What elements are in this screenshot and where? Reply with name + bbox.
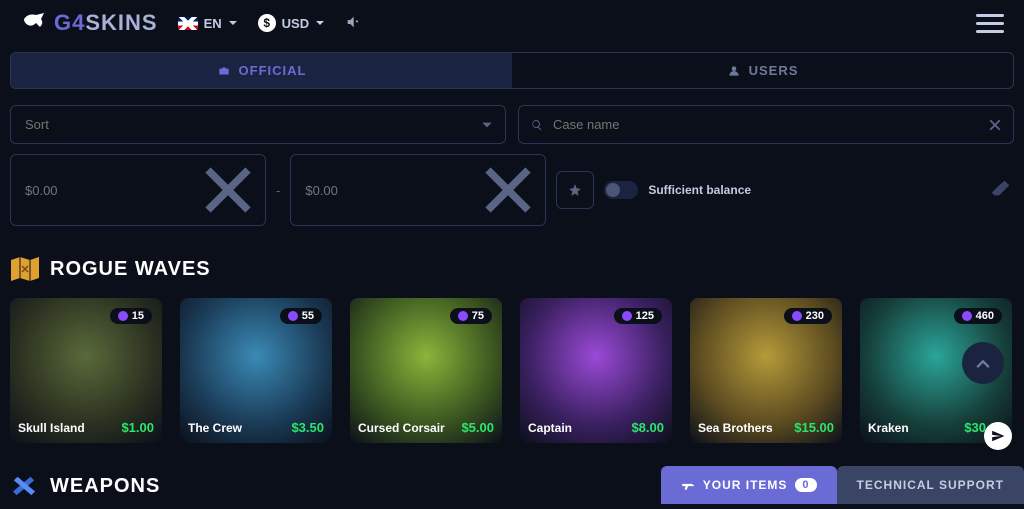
toggle-label: Sufficient balance [648,183,751,197]
section-title: WEAPONS [50,475,160,498]
section-rogue-waves: ROGUE WAVES [10,256,1014,282]
map-icon [10,256,40,282]
mute-button[interactable] [345,14,361,33]
tab-official[interactable]: OFFICIAL [11,53,512,88]
case-price: $3.50 [291,420,324,435]
case-search[interactable] [518,105,1014,144]
menu-button[interactable] [976,14,1004,33]
site-logo[interactable]: G4SKINS [20,10,158,36]
chevron-up-icon [973,353,993,373]
currency-label: USD [282,16,309,31]
gem-badge: 15 [110,308,152,324]
logo-text: G4SKINS [54,10,158,36]
sort-select[interactable] [10,105,506,144]
eraser-icon [990,178,1012,200]
scroll-to-top-button[interactable] [962,342,1004,384]
dollar-icon: $ [258,14,276,32]
gem-icon [792,311,802,321]
currency-selector[interactable]: $ USD [258,14,325,32]
chevron-down-icon [228,18,238,28]
sufficient-balance-toggle[interactable]: Sufficient balance [604,181,751,199]
case-price: $15.00 [794,420,834,435]
range-dash: - [276,183,280,198]
gem-icon [962,311,972,321]
support-button[interactable]: TECHNICAL SUPPORT [837,466,1024,504]
briefcase-icon [217,64,231,78]
gem-icon [458,311,468,321]
gun-icon [681,478,695,492]
case-name: Skull Island [18,421,85,435]
section-title: ROGUE WAVES [50,258,211,281]
gem-icon [118,311,128,321]
case-source-tabs: OFFICIAL USERS [10,52,1014,89]
toggle-switch[interactable] [604,181,638,199]
case-name: Sea Brothers [698,421,773,435]
price-max-input[interactable] [290,154,546,226]
case-card[interactable]: 230 Sea Brothers $15.00 [690,298,842,443]
gem-icon [288,311,298,321]
paper-plane-icon [991,429,1005,443]
chevron-down-icon [315,18,325,28]
your-items-button[interactable]: YOUR ITEMS 0 [661,466,837,504]
gem-badge: 230 [784,308,832,324]
panther-icon [20,11,48,35]
volume-mute-icon [345,14,361,30]
uk-flag-icon [178,17,198,30]
tab-label: OFFICIAL [239,63,307,78]
language-selector[interactable]: EN [178,16,238,31]
close-icon[interactable] [203,165,253,215]
case-price: $5.00 [461,420,494,435]
gem-icon [622,311,632,321]
tab-users[interactable]: USERS [512,53,1013,88]
close-icon[interactable] [483,165,533,215]
case-grid: 15 Skull Island $1.00 55 The Crew $3.50 75 Cu… [10,282,1014,459]
search-field[interactable] [551,116,981,133]
price-min-field[interactable] [23,182,203,199]
case-card[interactable]: 55 The Crew $3.50 [180,298,332,443]
search-icon [531,119,543,131]
price-min-input[interactable] [10,154,266,226]
tab-label: USERS [749,63,799,78]
clear-filters-button[interactable] [990,178,1014,202]
users-icon [727,64,741,78]
case-name: Kraken [868,421,909,435]
case-card[interactable]: 125 Captain $8.00 [520,298,672,443]
case-name: The Crew [188,421,242,435]
case-card[interactable]: 15 Skull Island $1.00 [10,298,162,443]
case-card[interactable]: 75 Cursed Corsair $5.00 [350,298,502,443]
case-name: Captain [528,421,572,435]
chevron-down-icon [481,119,493,131]
price-max-field[interactable] [303,182,483,199]
language-label: EN [204,16,222,31]
support-label: TECHNICAL SUPPORT [857,478,1004,492]
items-count: 0 [795,478,816,492]
crossed-guns-icon [10,473,40,499]
gem-badge: 75 [450,308,492,324]
favorites-button[interactable] [556,171,594,209]
case-price: $8.00 [631,420,664,435]
gem-badge: 125 [614,308,662,324]
gem-badge: 55 [280,308,322,324]
hamburger-icon [976,14,1004,17]
case-price: $1.00 [121,420,154,435]
sort-field[interactable] [23,116,473,133]
case-name: Cursed Corsair [358,421,445,435]
star-icon [568,183,582,197]
send-button[interactable] [984,422,1012,450]
close-icon[interactable] [989,119,1001,131]
gem-badge: 460 [954,308,1002,324]
your-items-label: YOUR ITEMS [703,478,788,492]
